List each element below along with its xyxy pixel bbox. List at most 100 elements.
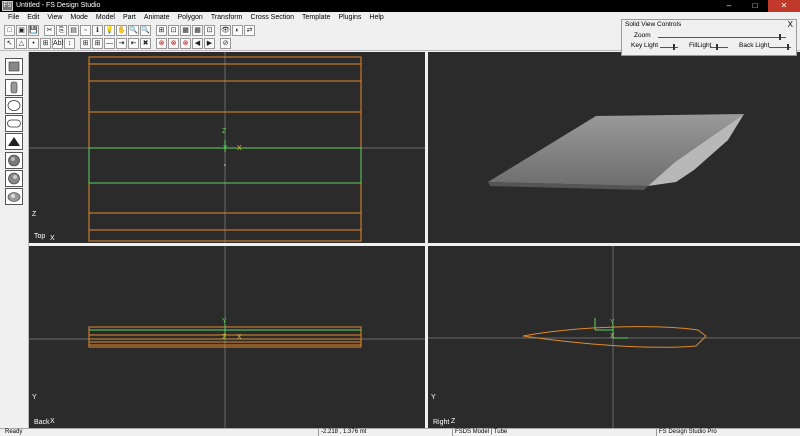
origin-z-label: Z <box>222 128 227 135</box>
right-viewport-label: Right <box>433 419 450 426</box>
capsule-icon[interactable] <box>5 115 23 132</box>
close-button[interactable]: ✕ <box>768 0 800 12</box>
triangle-icon[interactable]: △ <box>16 38 27 49</box>
cut-icon[interactable]: ✂ <box>44 24 55 36</box>
menu-plugins[interactable]: Plugins <box>334 12 365 23</box>
cube-icon[interactable] <box>5 58 23 75</box>
back-origin-z-label: Z <box>222 334 227 341</box>
zoom-out-icon[interactable]: 🔍 <box>140 24 151 36</box>
back-origin-y-label: Y <box>222 318 227 325</box>
swap-icon[interactable]: ⇄ <box>244 24 255 36</box>
zoom-slider[interactable] <box>658 37 786 38</box>
layout-a-icon[interactable]: ▦ <box>180 24 191 36</box>
right-origin-y-label: Y <box>610 319 615 326</box>
delete-icon[interactable]: ✖ <box>140 38 151 49</box>
solid-view-controls-panel: Solid View Controls X Zoom Key Light Fil… <box>621 19 797 56</box>
line-icon[interactable]: — <box>104 38 115 49</box>
top-axis-horizontal: X <box>50 235 55 242</box>
layout-c-icon[interactable]: ⊡ <box>204 24 215 36</box>
shade-icon[interactable]: ◐ <box>232 24 243 36</box>
select-icon[interactable]: ↖ <box>4 38 15 49</box>
origin-y-label: Y <box>223 145 228 152</box>
move-vertical-icon[interactable]: ↕ <box>64 38 75 49</box>
window-title: Untitled - FS Design Studio <box>16 2 101 9</box>
grid-icon[interactable]: ⊞ <box>156 24 167 36</box>
fill-light-label: FillLight <box>689 42 712 49</box>
menu-template[interactable]: Template <box>298 12 334 23</box>
shape-palette <box>0 52 29 428</box>
stop-c-icon[interactable]: ⊗ <box>180 38 191 49</box>
perspective-viewport[interactable] <box>428 52 800 243</box>
copy-icon[interactable]: ⎘ <box>56 24 67 36</box>
hand-tool-icon[interactable]: ⊘ <box>220 38 231 49</box>
menu-file[interactable]: File <box>4 12 23 23</box>
menu-cross-section[interactable]: Cross Section <box>246 12 298 23</box>
app-icon[interactable]: FS <box>2 1 13 11</box>
back-light-label: Back Light <box>739 42 770 49</box>
key-light-slider[interactable] <box>660 47 678 48</box>
stop-a-icon[interactable]: ⊗ <box>156 38 167 49</box>
menu-help[interactable]: Help <box>365 12 387 23</box>
panel-title: Solid View Controls <box>625 21 682 28</box>
menu-view[interactable]: View <box>43 12 66 23</box>
menu-edit[interactable]: Edit <box>23 12 43 23</box>
menu-model[interactable]: Model <box>92 12 119 23</box>
key-light-label: Key Light <box>631 42 659 49</box>
view-eye-icon[interactable]: 👁 <box>220 24 231 36</box>
save-icon[interactable]: 💾 <box>28 24 39 36</box>
light-icon[interactable]: 💡 <box>104 24 115 36</box>
key-light-thumb[interactable] <box>673 44 675 50</box>
solid-wing-model <box>488 114 744 190</box>
pan-icon[interactable]: ✋ <box>116 24 127 36</box>
fill-light-slider[interactable] <box>710 47 728 48</box>
zoom-in-icon[interactable]: 🔍 <box>128 24 139 36</box>
right-axis-vertical: Y <box>431 394 436 401</box>
open-file-icon[interactable]: ▣ <box>16 24 27 36</box>
menu-mode[interactable]: Mode <box>66 12 92 23</box>
grid-snap-icon[interactable]: ⊞ <box>80 38 91 49</box>
origin-x-label: X <box>237 145 242 152</box>
back-viewport[interactable]: Y Z X Y X Back <box>29 246 425 428</box>
fit-icon[interactable]: ⊡ <box>168 24 179 36</box>
back-light-thumb[interactable] <box>787 44 789 50</box>
right-viewport[interactable]: Y X Y Z Right <box>428 246 800 428</box>
zoom-label: Zoom <box>634 32 651 39</box>
layout-b-icon[interactable]: ▦ <box>192 24 203 36</box>
align-left-icon[interactable]: ⇤ <box>128 38 139 49</box>
label-icon[interactable]: Abl <box>52 38 63 49</box>
back-origin-x-label: X <box>237 334 242 341</box>
menu-transform[interactable]: Transform <box>207 12 247 23</box>
back-view-drawing <box>29 246 425 428</box>
align-right-icon[interactable]: ⇥ <box>116 38 127 49</box>
menu-animate[interactable]: Animate <box>140 12 174 23</box>
wedge-icon[interactable] <box>5 133 23 150</box>
panel-close-button[interactable]: X <box>788 20 793 29</box>
maximize-button[interactable]: □ <box>742 0 768 12</box>
top-viewport-label: Top <box>34 233 46 240</box>
back-axis-vertical: Y <box>32 394 37 401</box>
minimize-button[interactable]: – <box>716 0 742 12</box>
box-icon[interactable]: ⊞ <box>40 38 51 49</box>
back-viewport-label: Back <box>34 419 50 426</box>
stop-b-icon[interactable]: ⊗ <box>168 38 179 49</box>
top-viewport[interactable]: Z Y X Z X Top <box>29 52 425 243</box>
menu-part[interactable]: Part <box>119 12 140 23</box>
grid-b-icon[interactable]: ⊞ <box>92 38 103 49</box>
back-axis-horizontal: X <box>50 418 55 425</box>
menu-polygon[interactable]: Polygon <box>174 12 207 23</box>
blank-icon[interactable]: ▫ <box>80 24 91 36</box>
globe-c-icon[interactable] <box>5 188 23 205</box>
right-origin-x-label: X <box>610 333 615 340</box>
previous-icon[interactable]: ◀ <box>192 38 203 49</box>
zoom-slider-thumb[interactable] <box>779 34 781 40</box>
fill-light-thumb[interactable] <box>716 44 718 50</box>
paste-icon[interactable]: ▤ <box>68 24 79 36</box>
next-icon[interactable]: ▶ <box>204 38 215 49</box>
globe-a-icon[interactable] <box>5 152 23 169</box>
globe-b-icon[interactable] <box>5 170 23 187</box>
info-icon[interactable]: ℹ <box>92 24 103 36</box>
sphere-icon[interactable] <box>5 97 23 114</box>
new-file-icon[interactable]: □ <box>4 24 15 36</box>
cylinder-icon[interactable] <box>5 79 23 96</box>
point-icon[interactable]: • <box>28 38 39 49</box>
